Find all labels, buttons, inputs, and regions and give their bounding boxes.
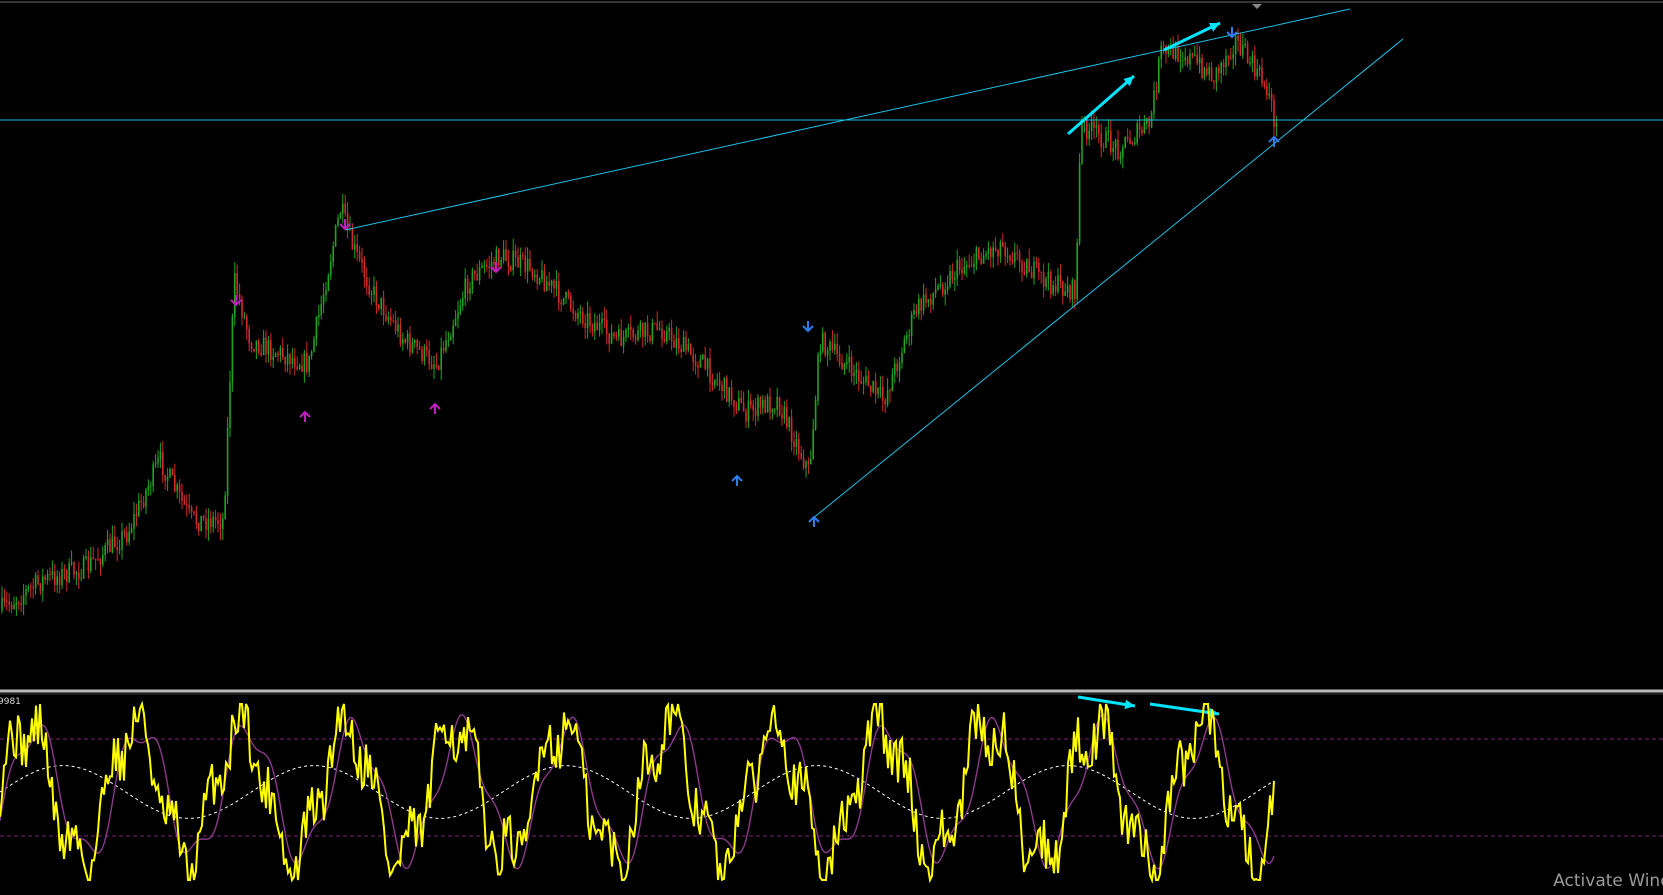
- oscillator-main-line: [0, 700, 1275, 884]
- trendlines[interactable]: [0, 8, 1663, 520]
- fractal-arrows: [230, 27, 1280, 527]
- price-candles: [1, 28, 1278, 616]
- fractal-down-arrow-icon: [339, 219, 351, 231]
- top-marker-icon: [1252, 4, 1262, 9]
- fractal-up-arrow-icon: [731, 474, 743, 486]
- fractal-down-arrow-icon: [802, 321, 814, 333]
- price-arrow-annotation-2[interactable]: [1163, 21, 1221, 52]
- trading-chart[interactable]: 9981 Activate Wind: [0, 0, 1663, 895]
- fractal-up-arrow-icon: [1268, 135, 1280, 147]
- indicator-value-label: 9981: [0, 697, 21, 707]
- fractal-up-arrow-icon: [299, 410, 311, 422]
- price-chart-canvas[interactable]: 9981: [0, 0, 1663, 895]
- oscillator-panel: [0, 700, 1663, 884]
- fractal-up-arrow-icon: [808, 515, 820, 527]
- lower-wedge-line[interactable]: [811, 38, 1404, 520]
- fractal-up-arrow-icon: [429, 402, 441, 414]
